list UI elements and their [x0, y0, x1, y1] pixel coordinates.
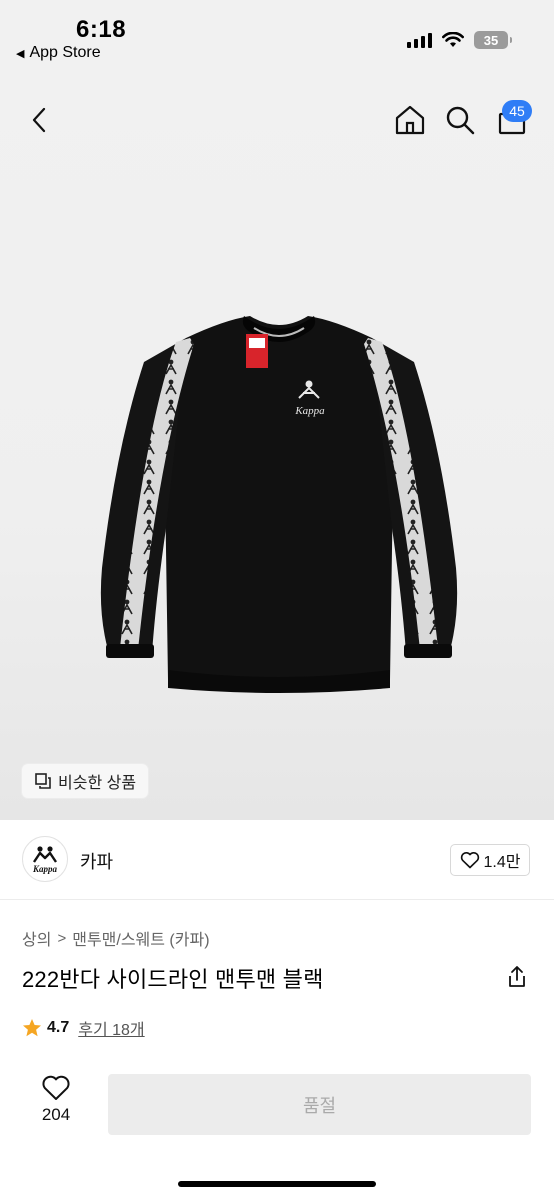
wishlist-count: 204: [41, 1105, 71, 1124]
product-title: 222반다 사이드라인 맨투맨 블랙: [22, 967, 324, 992]
sold-out-button[interactable]: 품절: [108, 1074, 531, 1135]
similar-products-label: 비슷한 상품: [58, 775, 137, 792]
search-button[interactable]: [440, 100, 480, 140]
brand-row: Kappa 카파 1.4만: [0, 820, 554, 900]
battery-indicator: 35: [474, 31, 512, 49]
cart-count-badge: 45: [502, 100, 532, 122]
breadcrumb: 상의 > 맨투맨/스웨트 (카파): [22, 926, 210, 950]
back-triangle-icon: ◀: [16, 47, 25, 60]
home-icon: [395, 105, 425, 135]
wifi-icon: [442, 32, 464, 47]
star-icon: [23, 1019, 41, 1037]
top-navigation: 45: [0, 70, 554, 170]
brand-like-count: 1.4만: [483, 854, 521, 871]
product-image-area[interactable]: 45 Kappa 비슷한 상품: [0, 70, 554, 820]
home-button[interactable]: [390, 100, 430, 140]
review-count-link[interactable]: 후기 18개: [78, 1016, 144, 1040]
heart-icon: [460, 852, 479, 869]
search-icon: [446, 106, 475, 135]
chest-logo-text: Kappa: [294, 405, 325, 417]
wishlist-button[interactable]: 204: [28, 1074, 84, 1134]
similar-products-button[interactable]: 비슷한 상품: [22, 764, 149, 798]
similar-items-icon: [35, 773, 51, 789]
status-bar: 6:18 ◀ App Store 35: [0, 0, 554, 70]
status-time: 6:18: [76, 16, 127, 43]
brand-name[interactable]: 카파: [80, 848, 113, 874]
breadcrumb-subcategory[interactable]: 맨투맨/스웨트 (카파): [72, 926, 209, 950]
rating-row: 4.7 후기 18개: [22, 1016, 145, 1040]
rating-value: 4.7: [47, 1019, 70, 1036]
share-button[interactable]: [502, 962, 532, 992]
cellular-signal-icon: [407, 32, 432, 48]
product-image: Kappa: [100, 316, 458, 693]
back-to-app-store[interactable]: ◀ App Store: [16, 44, 101, 62]
home-indicator: [178, 1181, 376, 1187]
kappa-logo-icon: Kappa: [32, 846, 58, 874]
chevron-right-icon: >: [57, 929, 67, 947]
status-icons: 35: [407, 31, 512, 49]
breadcrumb-category[interactable]: 상의: [22, 926, 51, 950]
share-icon: [509, 966, 525, 987]
battery-level: 35: [483, 32, 499, 48]
brand-logo-text: Kappa: [32, 864, 58, 874]
brand-like-button[interactable]: 1.4만: [450, 844, 530, 876]
chevron-left-icon: [32, 107, 46, 133]
brand-logo[interactable]: Kappa: [22, 836, 68, 882]
back-to-app-store-label: App Store: [29, 44, 101, 61]
heart-icon: [42, 1075, 70, 1100]
back-button[interactable]: [20, 100, 60, 140]
